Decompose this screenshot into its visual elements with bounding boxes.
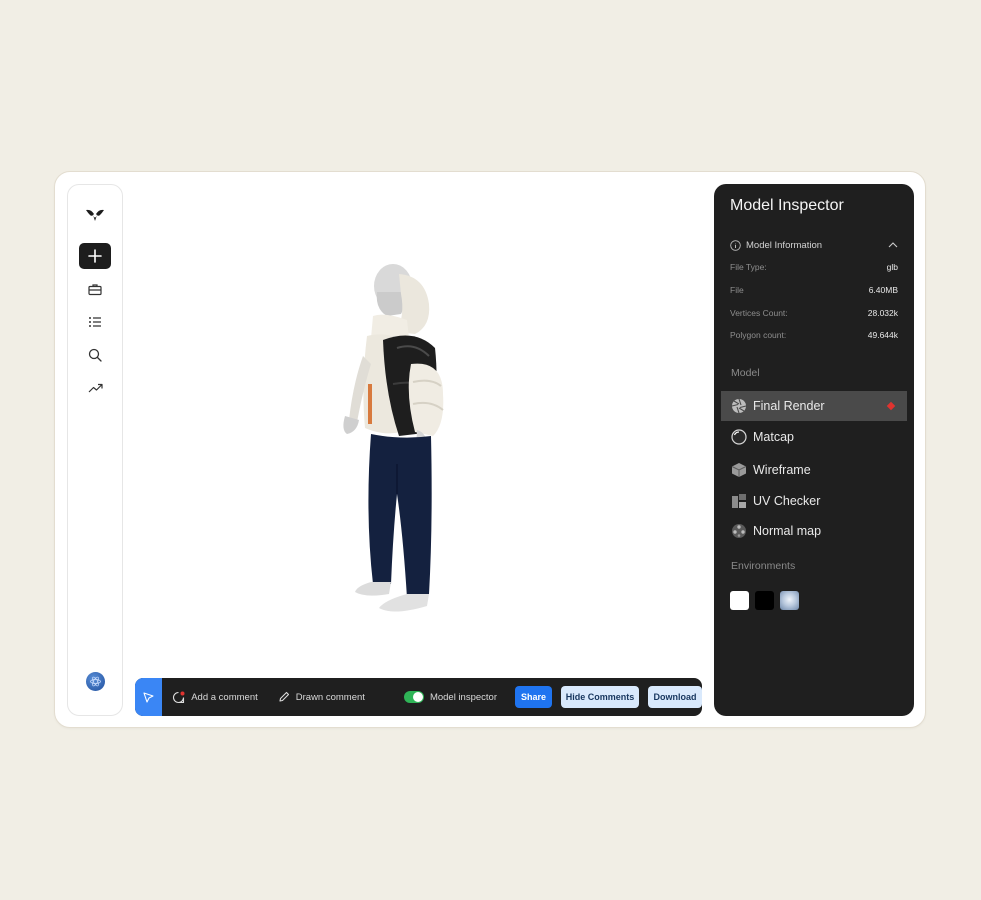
pencil-icon	[279, 691, 289, 702]
download-button[interactable]: Download	[648, 686, 702, 708]
info-value: 28.032k	[867, 308, 898, 318]
select-tool-button[interactable]	[135, 678, 163, 716]
info-icon	[730, 239, 741, 251]
hide-comments-button[interactable]: Hide Comments	[561, 686, 639, 708]
briefcase-button[interactable]	[79, 276, 111, 302]
uv-checker-icon	[732, 494, 746, 508]
info-key: File	[730, 285, 744, 295]
add-comment-button[interactable]: Add a comment	[172, 691, 258, 704]
environments-section-label: Environments	[731, 560, 796, 572]
avatar[interactable]	[86, 672, 105, 691]
environment-white[interactable]	[730, 591, 749, 610]
selected-marker	[886, 401, 896, 411]
model-option-label: Matcap	[753, 430, 794, 444]
model-option-label: Wireframe	[753, 463, 811, 477]
drawn-comment-label: Drawn comment	[295, 691, 365, 703]
info-row-file-type: File Type: glb	[730, 262, 898, 272]
info-value: 6.40MB	[868, 285, 898, 295]
model-option-label: UV Checker	[753, 494, 821, 508]
sidebar	[67, 184, 123, 716]
logo-icon[interactable]	[79, 202, 111, 228]
model-option-uv-checker[interactable]: UV Checker	[721, 486, 907, 516]
sphere-icon	[731, 429, 747, 445]
briefcase-icon	[88, 283, 102, 295]
add-comment-label: Add a comment	[191, 691, 258, 703]
toggle-switch[interactable]	[403, 691, 424, 703]
info-value: glb	[886, 262, 898, 272]
model-viewport[interactable]	[135, 184, 705, 674]
info-key: File Type:	[730, 262, 767, 272]
plus-icon	[88, 249, 102, 263]
3d-model-render	[343, 264, 444, 612]
cursor-icon	[143, 691, 154, 703]
environment-sky[interactable]	[780, 591, 799, 610]
inspector-title: Model Inspector	[730, 197, 844, 214]
info-value: 49.644k	[867, 330, 898, 340]
model-option-wireframe[interactable]: Wireframe	[721, 455, 907, 485]
info-row-polygons: Polygon count: 49.644k	[730, 330, 898, 340]
app-frame: Add a comment Drawn comment Model inspec…	[54, 171, 926, 728]
model-inspector-panel: Model Inspector Model Information File T…	[714, 184, 914, 716]
model-information-header[interactable]: Model Information	[730, 238, 898, 252]
list-button[interactable]	[79, 309, 111, 335]
list-icon	[89, 317, 101, 327]
environment-black[interactable]	[755, 591, 774, 610]
drawn-comment-button[interactable]: Drawn comment	[278, 691, 365, 703]
add-button[interactable]	[79, 243, 111, 269]
model-section-label: Model	[731, 367, 760, 379]
comment-icon	[173, 691, 185, 703]
model-information-label: Model Information	[746, 239, 823, 251]
model-inspector-toggle[interactable]: Model inspector	[403, 691, 497, 703]
model-inspector-label: Model inspector	[429, 691, 497, 703]
atom-icon	[90, 676, 101, 687]
analytics-button[interactable]	[79, 375, 111, 401]
search-button[interactable]	[79, 342, 111, 368]
model-option-label: Normal map	[753, 524, 822, 538]
chevron-up-icon[interactable]	[888, 242, 898, 248]
normal-map-icon	[732, 524, 746, 538]
info-row-vertices: Vertices Count: 28.032k	[730, 308, 898, 318]
model-option-label: Final Render	[753, 399, 825, 413]
info-key: Vertices Count:	[730, 308, 788, 318]
aperture-icon	[731, 398, 747, 414]
info-key: Polygon count:	[730, 330, 787, 340]
model-option-matcap[interactable]: Matcap	[721, 422, 907, 452]
cube-icon	[731, 463, 747, 477]
model-option-final-render[interactable]: Final Render	[721, 391, 907, 421]
info-row-file: File 6.40MB	[730, 285, 898, 295]
bottom-toolbar: Add a comment Drawn comment Model inspec…	[135, 678, 702, 716]
search-icon	[88, 348, 102, 362]
share-button[interactable]: Share	[515, 686, 552, 708]
trending-icon	[88, 383, 103, 393]
model-option-normal-map[interactable]: Normal map	[721, 516, 907, 546]
